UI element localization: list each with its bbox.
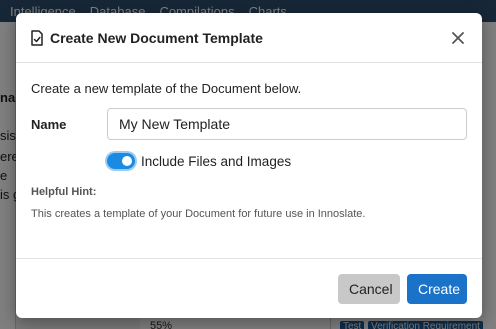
name-label: Name [31,116,67,132]
hint-title: Helpful Hint: [31,186,97,198]
dialog-header: Create New Document Template [16,13,482,63]
close-button[interactable] [448,28,468,48]
include-files-label[interactable]: Include Files and Images [141,154,291,169]
toggle-knob [122,156,132,166]
include-files-row: Include Files and Images [107,150,467,172]
hint-text: This creates a template of your Document… [31,208,366,220]
close-icon[interactable] [452,31,464,44]
create-template-dialog: Create New Document Template Create a ne… [16,13,482,318]
cancel-button[interactable]: Cancel [338,273,400,304]
create-button[interactable]: Create [407,273,467,304]
dialog-footer: Cancel Create [16,258,482,318]
dialog-title: Create New Document Template [50,29,263,46]
template-name-input[interactable] [107,108,467,140]
dialog-intro: Create a new template of the Document be… [31,81,302,96]
name-field-row: Name [31,108,467,140]
dialog-body: Create a new template of the Document be… [16,63,482,220]
include-files-toggle[interactable] [107,153,135,169]
document-check-icon [30,29,44,46]
